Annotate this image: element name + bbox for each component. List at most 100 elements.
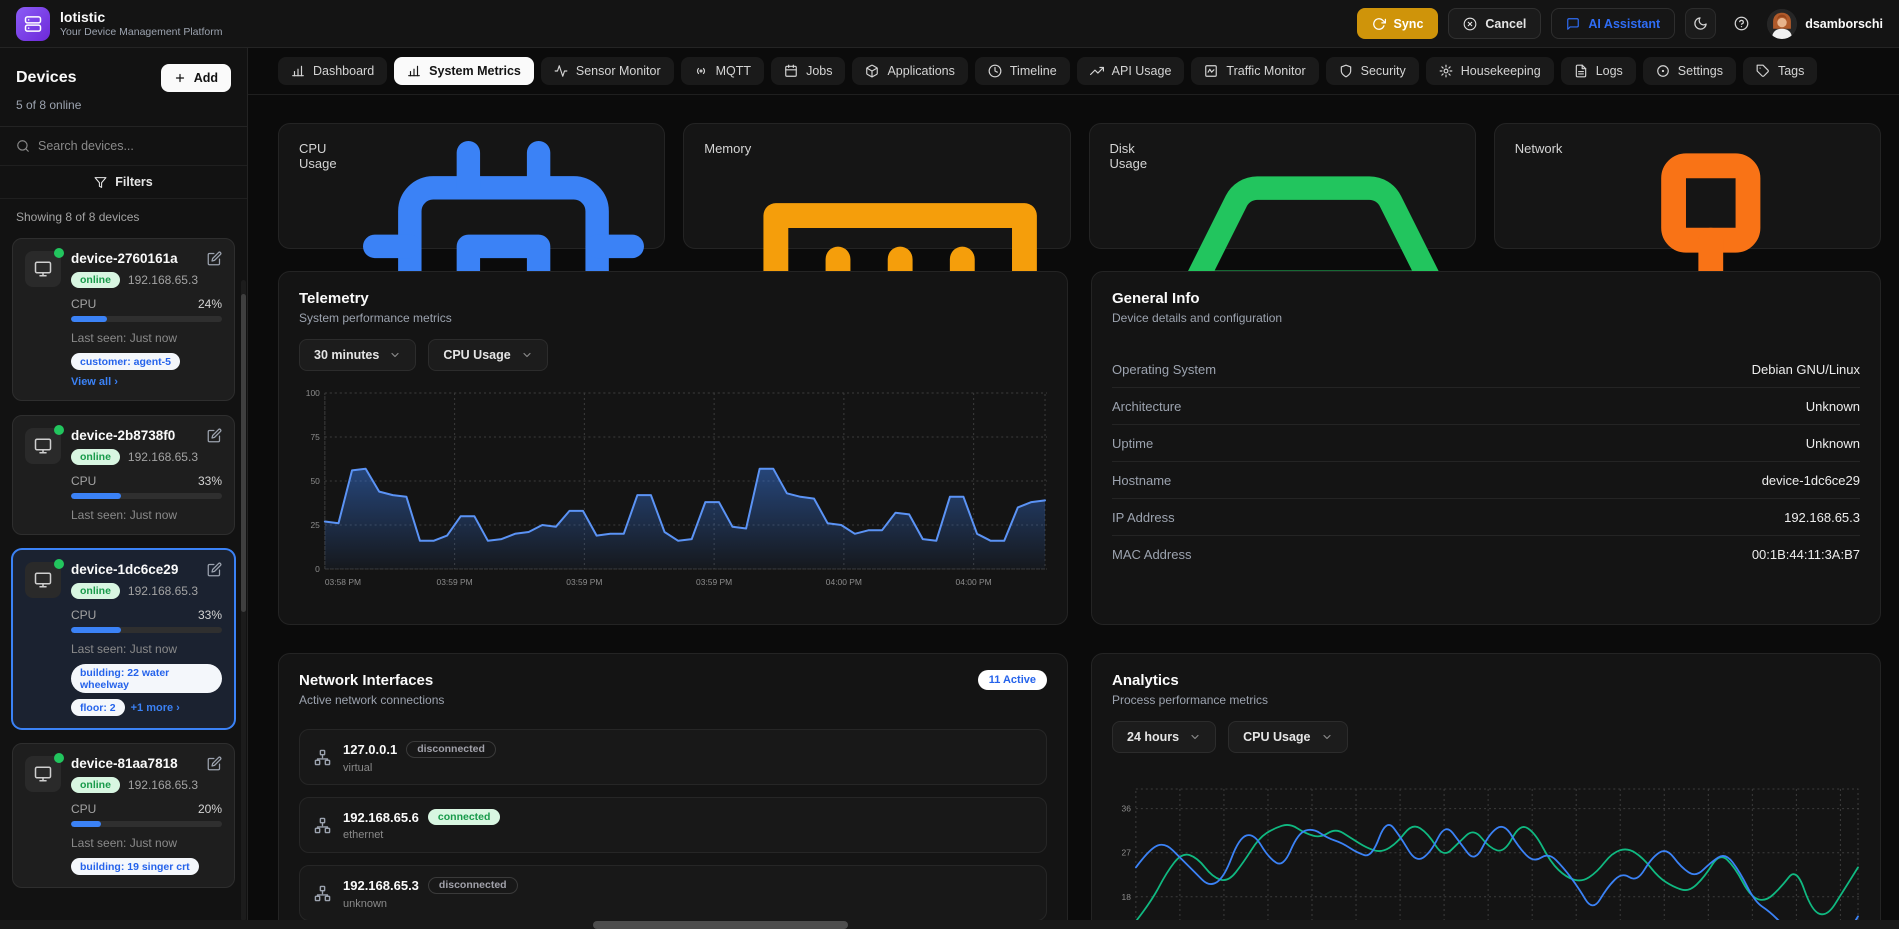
user-menu[interactable]: dsamborschi	[1767, 9, 1883, 39]
edit-device-icon[interactable]	[207, 562, 222, 577]
tab-sensor-monitor[interactable]: Sensor Monitor	[541, 57, 674, 85]
telemetry-range-select[interactable]: 30 minutes	[299, 339, 416, 371]
tab-housekeeping[interactable]: Housekeeping	[1426, 57, 1554, 85]
main-area: Dashboard System Metrics Sensor MonitorMQT…	[248, 48, 1899, 929]
horizontal-scrollbar[interactable]	[0, 920, 1899, 929]
analytics-chart: 918273611:00 AM	[1112, 779, 1860, 929]
server-icon	[24, 15, 42, 33]
filters-button[interactable]: Filters	[0, 166, 247, 199]
tab-timeline[interactable]: Timeline	[975, 57, 1070, 85]
interface-type: ethernet	[343, 829, 500, 841]
general-info-rows: Operating SystemDebian GNU/LinuxArchitec…	[1112, 351, 1860, 572]
interface-main: 192.168.65.3disconnectedunknown	[343, 877, 518, 910]
edit-device-icon[interactable]	[207, 756, 222, 771]
theme-toggle-button[interactable]	[1685, 8, 1716, 39]
device-name: device-81aa7818	[71, 756, 222, 771]
tab-applications[interactable]: Applications	[852, 57, 967, 85]
device-tags-link[interactable]: +1 more ›	[131, 702, 180, 714]
interface-row[interactable]: 127.0.0.1disconnectedvirtual	[299, 729, 1047, 785]
svg-text:0: 0	[315, 564, 320, 574]
sidebar-scrollbar[interactable]	[241, 280, 246, 921]
interface-type: virtual	[343, 762, 496, 774]
tab-security[interactable]: Security	[1326, 57, 1419, 85]
tab-mqtt[interactable]: MQTT	[681, 57, 764, 85]
shield-icon	[1339, 64, 1353, 78]
info-row: Hostnamedevice-1dc6ce29	[1112, 462, 1860, 499]
interface-ip: 127.0.0.1	[343, 742, 397, 757]
device-card[interactable]: device-2b8738f0online192.168.65.3CPU33%L…	[12, 415, 235, 535]
tab-jobs[interactable]: Jobs	[771, 57, 845, 85]
device-card[interactable]: device-81aa7818online192.168.65.3CPU20%L…	[12, 743, 235, 888]
svg-text:04:00 PM: 04:00 PM	[956, 577, 992, 587]
analytics-range-select[interactable]: 24 hours	[1112, 721, 1216, 753]
chat-icon	[1566, 17, 1580, 31]
cpu-progress-track	[71, 316, 222, 322]
last-seen: Last seen: Just now	[71, 642, 222, 656]
device-card[interactable]: device-1dc6ce29online192.168.65.3CPU33%L…	[12, 549, 235, 729]
add-device-button[interactable]: Add	[161, 64, 231, 92]
general-info-subtitle: Device details and configuration	[1112, 311, 1860, 325]
device-card-top: device-81aa7818online192.168.65.3CPU20%L…	[25, 756, 222, 875]
device-ip: 192.168.65.3	[128, 450, 198, 464]
device-cpu-row: CPU24%	[71, 297, 222, 311]
ai-assistant-button[interactable]: AI Assistant	[1551, 8, 1675, 39]
help-button[interactable]	[1726, 8, 1757, 39]
info-value: 00:1B:44:11:3A:B7	[1752, 547, 1860, 562]
info-value: Unknown	[1806, 436, 1860, 451]
interface-status-badge: connected	[428, 809, 501, 825]
search-input[interactable]	[38, 139, 231, 153]
bar-chart-icon	[407, 64, 421, 78]
sync-button[interactable]: Sync	[1357, 8, 1439, 39]
monitor-icon	[34, 260, 52, 278]
cancel-button[interactable]: Cancel	[1448, 8, 1541, 39]
trending-up-icon	[1090, 64, 1104, 78]
tab-api-usage[interactable]: API Usage	[1077, 57, 1185, 85]
tab-traffic-monitor[interactable]: Traffic Monitor	[1191, 57, 1318, 85]
device-card[interactable]: device-2760161aonline192.168.65.3CPU24%L…	[12, 238, 235, 401]
tab-logs[interactable]: Logs	[1561, 57, 1636, 85]
analytics-panel: Analytics Process performance metrics 24…	[1091, 653, 1881, 929]
general-info-title: General Info	[1112, 290, 1860, 307]
tab-settings[interactable]: Settings	[1643, 57, 1736, 85]
svg-text:27: 27	[1122, 848, 1132, 858]
info-value: Debian GNU/Linux	[1752, 362, 1860, 377]
analytics-subtitle: Process performance metrics	[1112, 693, 1860, 707]
info-label: Architecture	[1112, 399, 1181, 414]
radio-icon	[694, 64, 708, 78]
cpu-label: CPU	[71, 297, 96, 311]
interface-row[interactable]: 192.168.65.3disconnectedunknown	[299, 865, 1047, 921]
svg-text:18: 18	[1122, 892, 1132, 902]
device-tag: building: 19 singer crt	[71, 858, 199, 875]
device-tags: building: 19 singer crt	[71, 858, 222, 875]
sidebar-scrollbar-thumb[interactable]	[241, 294, 246, 612]
tab-tags[interactable]: Tags	[1743, 57, 1817, 85]
edit-device-icon[interactable]	[207, 428, 222, 443]
telemetry-metric-select[interactable]: CPU Usage	[428, 339, 547, 371]
stat-label: Network	[1515, 141, 1563, 156]
topbar-actions: Sync Cancel AI Assistant dsamborschi	[1357, 8, 1883, 39]
analytics-metric-select[interactable]: CPU Usage	[1228, 721, 1347, 753]
username: dsamborschi	[1805, 17, 1883, 31]
tab-label: Security	[1361, 64, 1406, 78]
tag-icon	[1756, 64, 1770, 78]
interface-type: unknown	[343, 898, 518, 910]
device-tags-link[interactable]: View all ›	[71, 376, 118, 388]
interface-row[interactable]: 192.168.65.6connectedethernet	[299, 797, 1047, 853]
network-interfaces-title: Network Interfaces	[299, 672, 1047, 689]
device-cpu-row: CPU33%	[71, 474, 222, 488]
tab-label: System Metrics	[429, 64, 521, 78]
edit-device-icon[interactable]	[207, 251, 222, 266]
stat-card: Network0 KB/s	[1494, 123, 1881, 249]
info-label: Uptime	[1112, 436, 1153, 451]
status-badge: online	[71, 272, 120, 288]
cpu-progress-fill	[71, 493, 121, 499]
tab-label: Tags	[1778, 64, 1804, 78]
tab-dashboard[interactable]: Dashboard	[278, 57, 387, 85]
tab-system-metrics[interactable]: System Metrics	[394, 57, 534, 85]
svg-text:03:59 PM: 03:59 PM	[566, 577, 602, 587]
showing-count: Showing 8 of 8 devices	[0, 199, 247, 230]
horizontal-scrollbar-thumb[interactable]	[593, 921, 848, 929]
cpu-label: CPU	[71, 608, 96, 622]
info-row: Uptime Unknown	[1112, 425, 1860, 462]
cpu-progress-fill	[71, 821, 101, 827]
